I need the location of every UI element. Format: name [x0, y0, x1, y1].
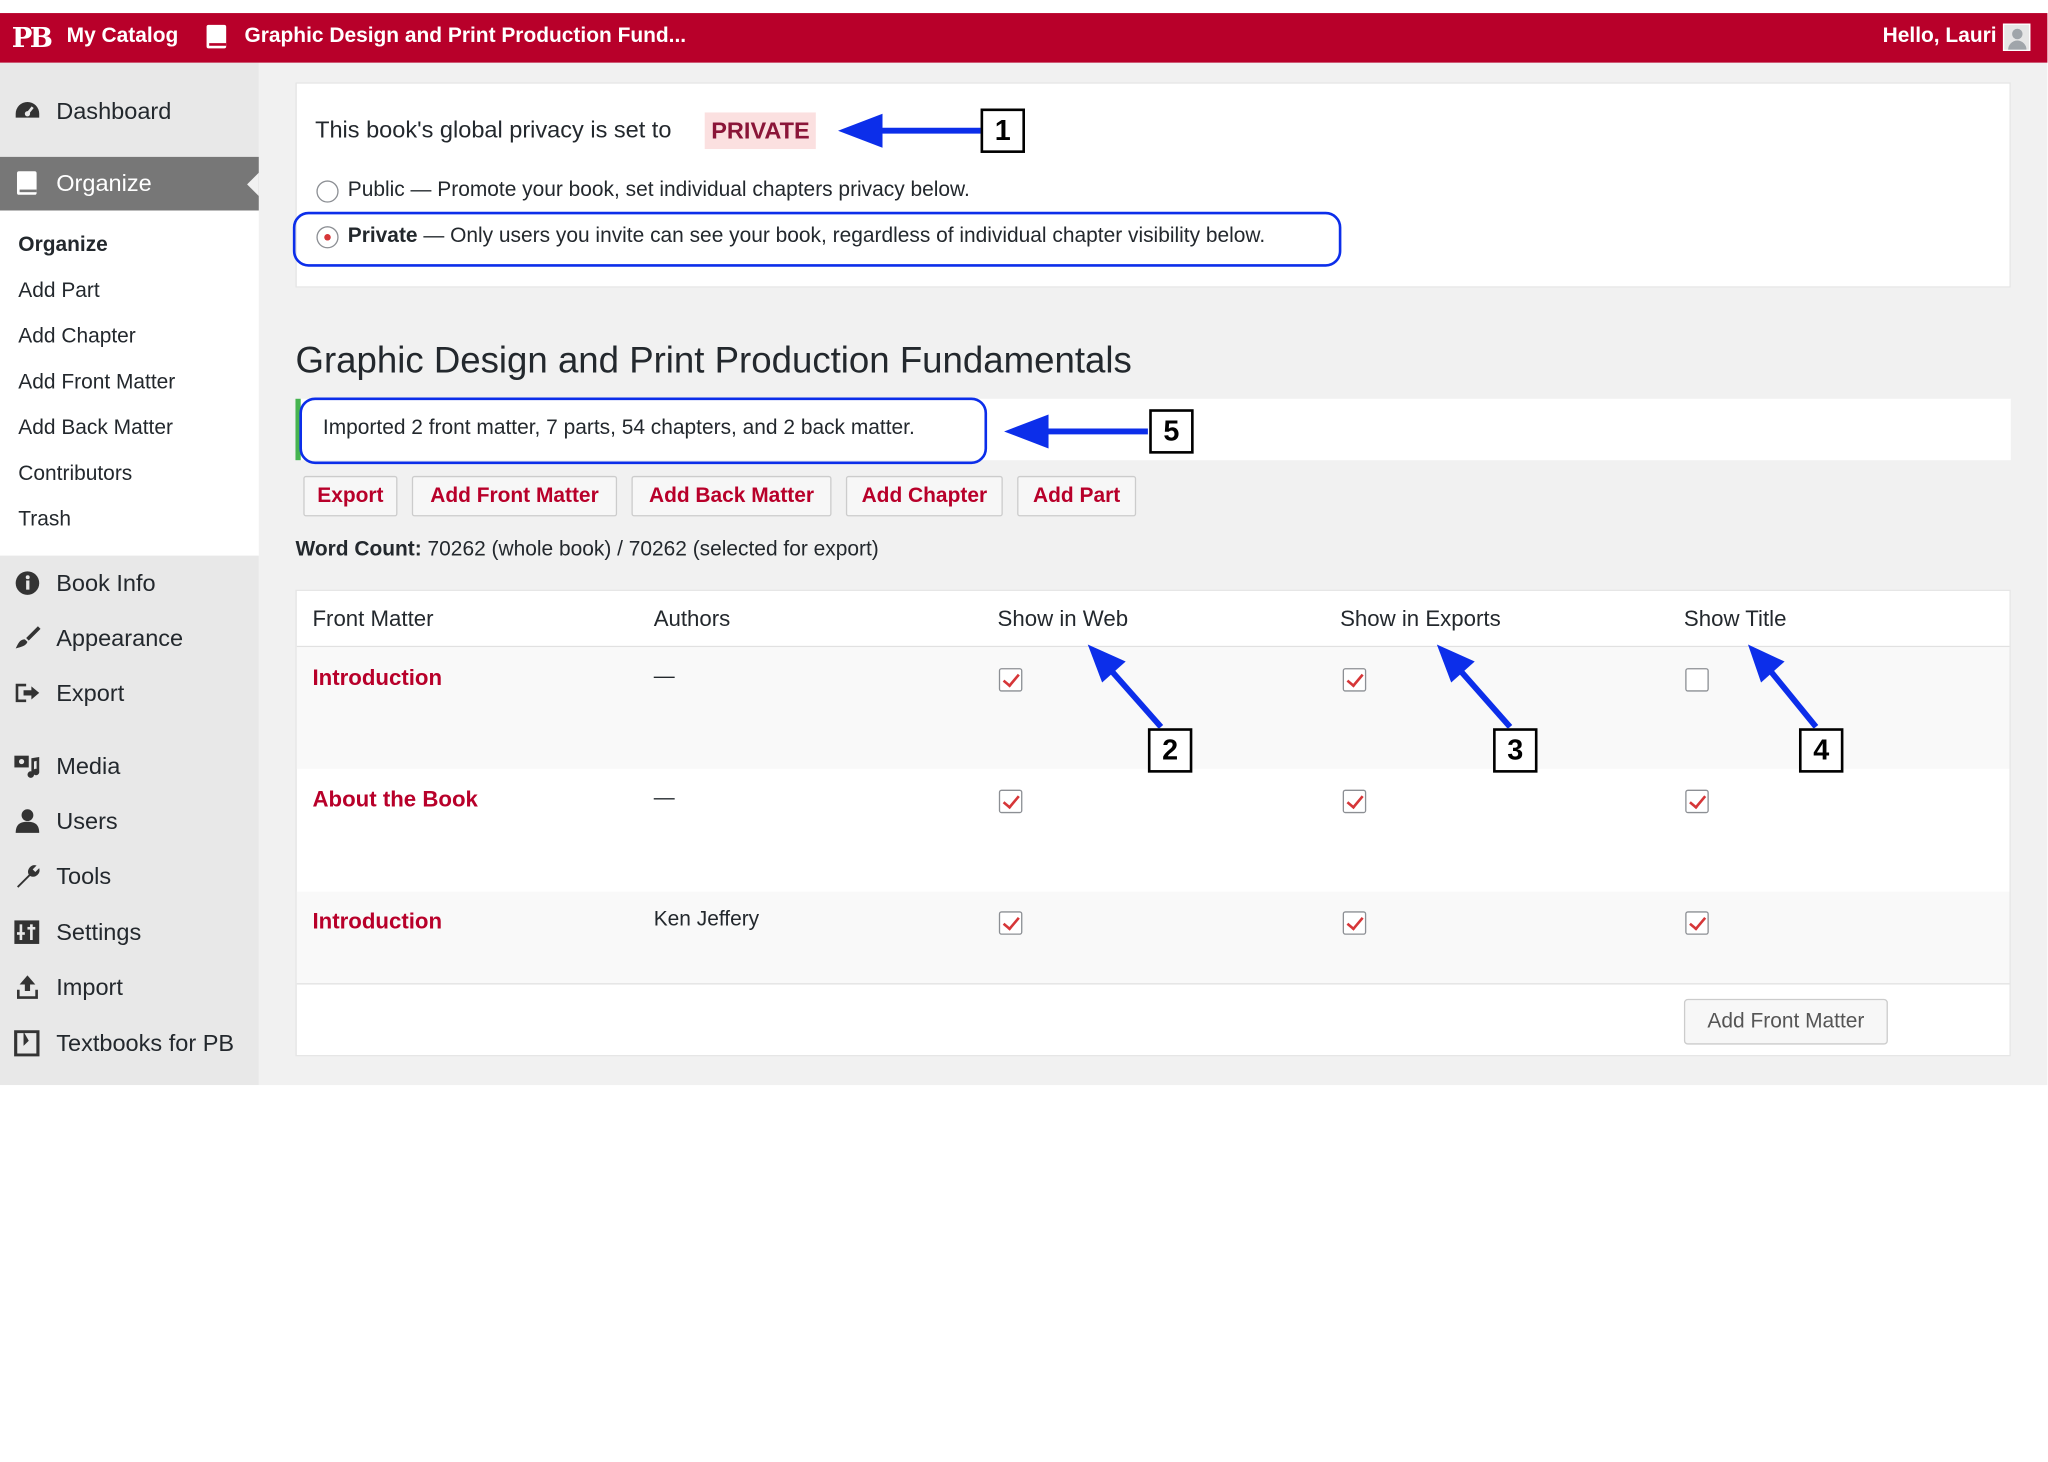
app-window: PB My Catalog Graphic Design and Print P… — [0, 0, 2048, 1118]
callout-number: 4 — [1798, 728, 1844, 773]
callout-arrows — [838, 113, 1819, 729]
callout-number: 5 — [1149, 409, 1194, 454]
callout-number: 2 — [1147, 728, 1193, 773]
callout-number: 3 — [1493, 728, 1538, 773]
callout-number: 1 — [980, 108, 1026, 153]
